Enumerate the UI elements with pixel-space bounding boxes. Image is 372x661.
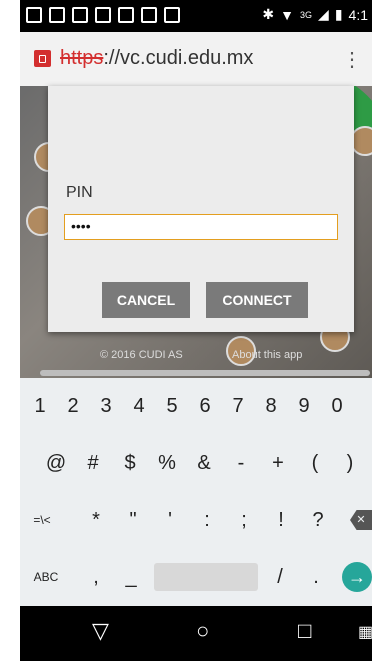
image-icon [95,7,111,23]
url-bar[interactable]: https://vc.cudi.edu.mx ⋮ [20,32,372,86]
lock-warning-icon[interactable] [34,50,51,67]
url-scheme: https [60,47,104,69]
key[interactable]: 7 [226,378,250,435]
chat-icon [49,7,65,23]
comma-key[interactable]: , [84,549,108,606]
key[interactable]: 8 [259,378,283,435]
key[interactable]: ' [158,492,182,549]
key[interactable]: 0 [325,378,349,435]
slash-key[interactable]: / [268,549,292,606]
key[interactable]: ; [232,492,256,549]
key[interactable]: 9 [292,378,316,435]
key[interactable]: - [229,435,253,492]
key[interactable]: : [195,492,219,549]
key[interactable]: $ [118,435,142,492]
key[interactable]: 1 [28,378,52,435]
space-bar[interactable] [154,563,258,591]
abc-key[interactable]: ABC [28,549,64,606]
key[interactable]: ? [306,492,330,549]
key[interactable]: % [155,435,179,492]
mail-icon [72,7,88,23]
period-key[interactable]: . [304,549,328,606]
cancel-button[interactable]: CANCEL [102,282,190,318]
bluetooth-icon: ✱ [262,6,275,22]
url-host: ://vc.cudi.edu.mx [103,47,254,69]
home-icon[interactable]: ○ [196,618,209,644]
kebab-menu-icon[interactable]: ⋮ [342,47,362,72]
connect-button[interactable]: CONNECT [206,282,308,318]
enter-arrow-icon[interactable]: → [342,562,372,592]
key[interactable]: ! [269,492,293,549]
soft-keyboard: 1 2 3 4 5 6 7 8 9 0 @ # $ % & - + ( ) =\… [20,378,372,606]
keyboard-row-symbols: @ # $ % & - + ( ) [20,435,372,492]
horizontal-scrollbar[interactable] [40,370,370,376]
wifi-icon: ▼ [280,6,295,23]
key[interactable]: " [121,492,145,549]
phone-screen: ✱ ▼ 3G ◢ ▮ 4:1 https://vc.cudi.edu.mx ⋮ … [20,0,372,661]
key[interactable]: & [192,435,216,492]
url-text[interactable]: https://vc.cudi.edu.mx [60,47,253,70]
key[interactable]: + [266,435,290,492]
about-link[interactable]: About this app [232,349,302,361]
pin-input[interactable]: •••• [64,214,338,240]
upload-icon [164,7,180,23]
underscore-key[interactable]: _ [119,549,143,606]
network-type: 3G [300,9,313,20]
key[interactable]: 6 [193,378,217,435]
signal-icon: ◢ [318,6,329,22]
key[interactable]: ( [303,435,327,492]
notification-icons [26,7,180,23]
copyright-text: © 2016 CUDI AS [100,349,183,361]
calendar-icon [26,7,42,23]
back-icon[interactable]: ▽ [92,618,109,644]
key[interactable]: * [84,492,108,549]
key[interactable]: 4 [127,378,151,435]
key[interactable]: 3 [94,378,118,435]
key[interactable]: 5 [160,378,184,435]
status-bar: ✱ ▼ 3G ◢ ▮ 4:1 [20,0,372,32]
battery-icon: ▮ [334,6,343,22]
backspace-icon[interactable]: ✕ [350,510,372,530]
photo-icon [141,7,157,23]
navigation-bar: ▽ ○ □ ▦ [20,606,372,661]
keyboard-row-more-symbols: =\< * " ' : ; ! ? ✕ [20,492,372,549]
keyboard-row-numbers: 1 2 3 4 5 6 7 8 9 0 [20,378,372,435]
key[interactable]: # [81,435,105,492]
key[interactable]: @ [44,435,68,492]
pin-dialog: PIN •••• CANCEL CONNECT [48,86,354,332]
recents-icon[interactable]: □ [298,618,311,644]
key[interactable]: ) [338,435,362,492]
pin-label: PIN [66,184,93,201]
key[interactable]: 2 [61,378,85,435]
location-icon [118,7,134,23]
keyboard-row-bottom: ABC , _ / . → [20,549,372,606]
key[interactable]: =\< [26,492,58,549]
system-icons: ✱ ▼ 3G ◢ ▮ 4:1 [262,6,368,23]
clock: 4:1 [348,6,368,23]
keyboard-switch-icon[interactable]: ▦ [358,622,372,642]
